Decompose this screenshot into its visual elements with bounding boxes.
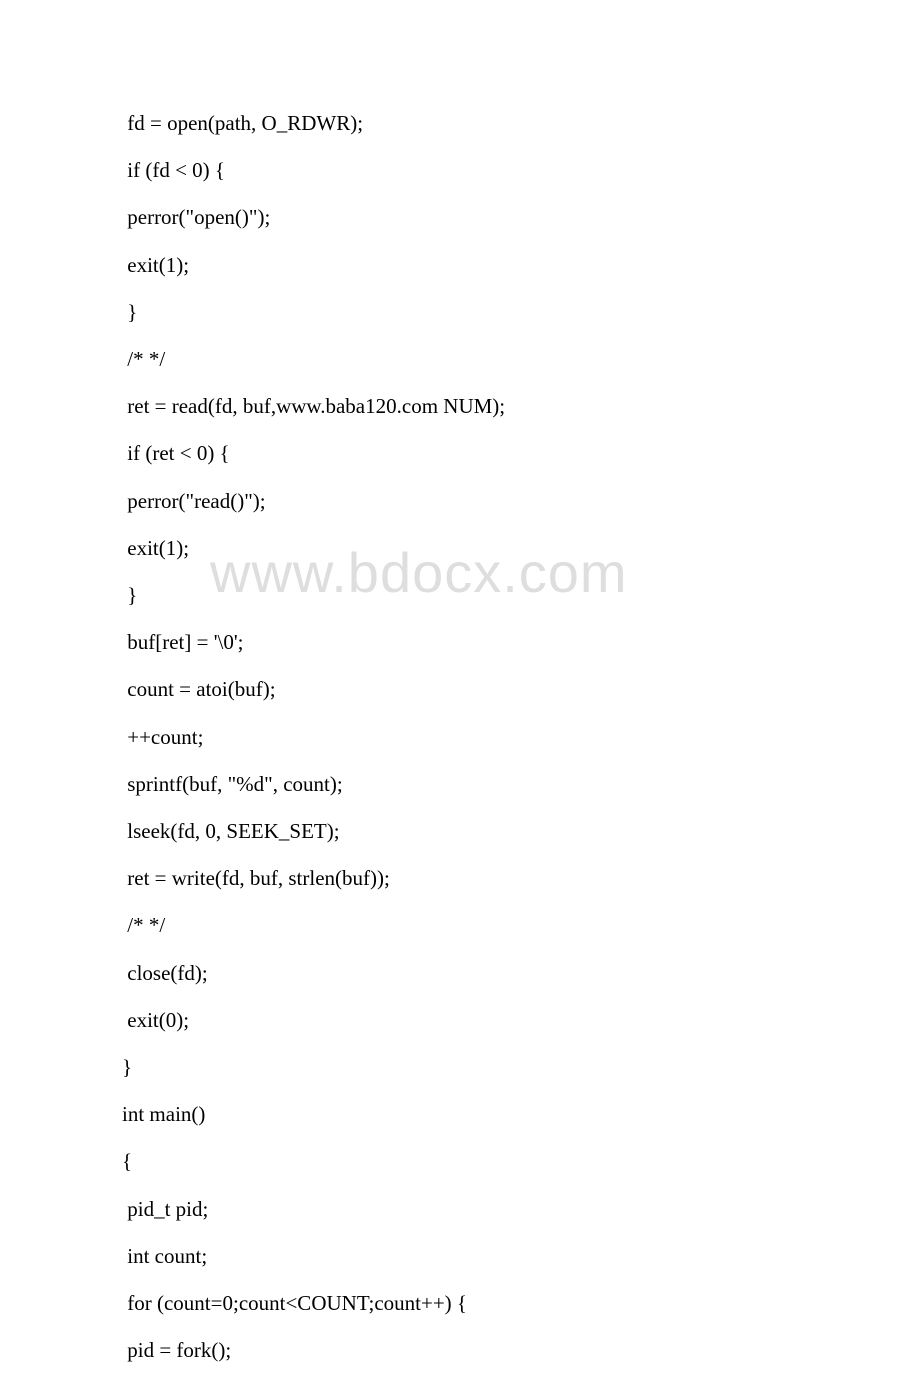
code-line: ret = read(fd, buf,www.baba120.com NUM);: [122, 383, 920, 430]
code-line: close(fd);: [122, 950, 920, 997]
code-line: count = atoi(buf);: [122, 666, 920, 713]
code-line: ret = write(fd, buf, strlen(buf));: [122, 855, 920, 902]
code-line: perror("read()");: [122, 478, 920, 525]
code-line: pid = fork();: [122, 1327, 920, 1374]
code-line: }: [122, 1044, 920, 1091]
code-line: fd = open(path, O_RDWR);: [122, 100, 920, 147]
code-block: fd = open(path, O_RDWR); if (fd < 0) { p…: [122, 100, 920, 1374]
code-line: int count;: [122, 1233, 920, 1280]
code-line: exit(0);: [122, 997, 920, 1044]
code-line: /* */: [122, 902, 920, 949]
code-line: exit(1);: [122, 525, 920, 572]
code-line: for (count=0;count<COUNT;count++) {: [122, 1280, 920, 1327]
code-line: }: [122, 289, 920, 336]
code-line: {: [122, 1138, 920, 1185]
code-line: exit(1);: [122, 242, 920, 289]
code-line: }: [122, 572, 920, 619]
code-line: pid_t pid;: [122, 1186, 920, 1233]
code-line: buf[ret] = '\0';: [122, 619, 920, 666]
code-line: sprintf(buf, "%d", count);: [122, 761, 920, 808]
code-line: lseek(fd, 0, SEEK_SET);: [122, 808, 920, 855]
code-line: perror("open()");: [122, 194, 920, 241]
code-line: /* */: [122, 336, 920, 383]
code-line: ++count;: [122, 714, 920, 761]
code-line: int main(): [122, 1091, 920, 1138]
code-line: if (ret < 0) {: [122, 430, 920, 477]
code-line: if (fd < 0) {: [122, 147, 920, 194]
